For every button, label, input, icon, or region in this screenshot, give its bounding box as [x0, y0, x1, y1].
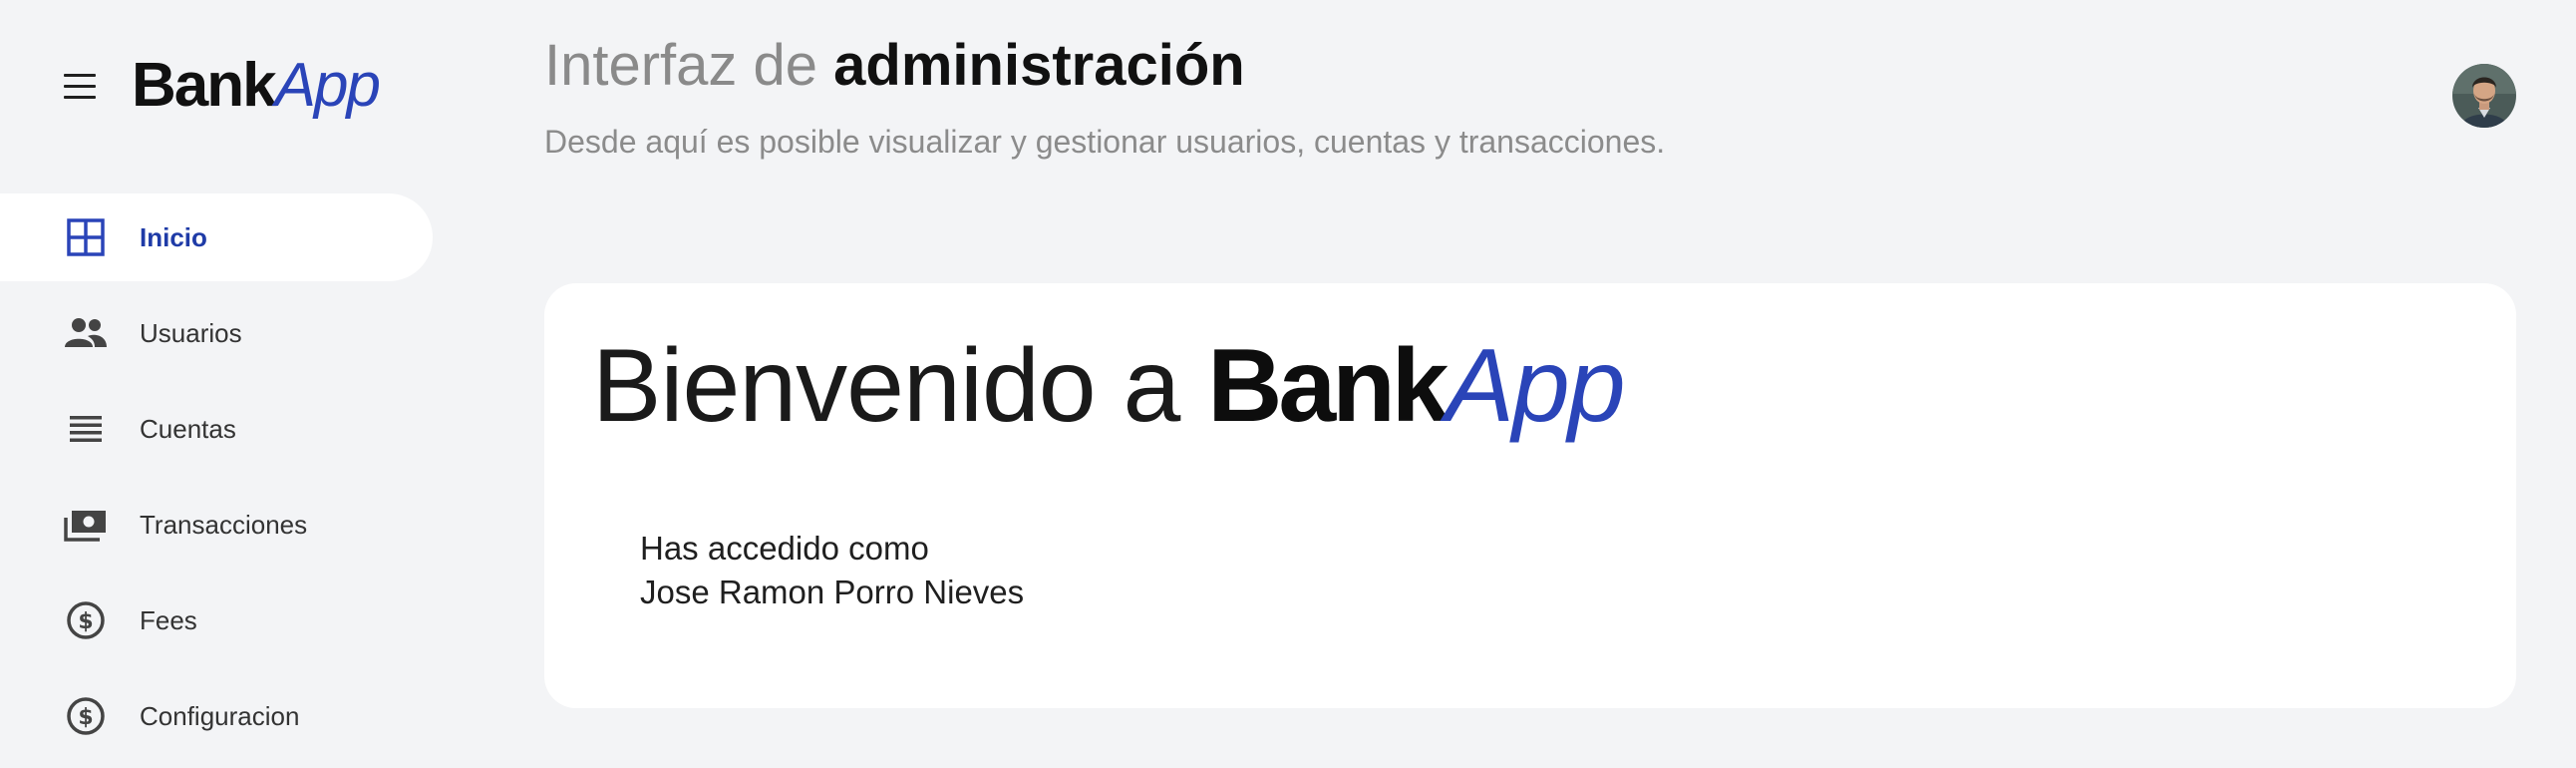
grid-icon: [64, 215, 108, 259]
page-title: Interfaz de administración: [544, 30, 1245, 102]
sidebar-item-fees[interactable]: $ Fees: [0, 576, 433, 664]
page-subtitle: Desde aquí es posible visualizar y gesti…: [544, 124, 1666, 160]
avatar[interactable]: [2452, 64, 2516, 128]
welcome-heading: Bienvenido a BankApp: [592, 321, 1626, 451]
access-label: Has accedido como: [640, 530, 929, 567]
page-title-bold: administración: [833, 33, 1245, 98]
welcome-prefix: Bienvenido a: [592, 328, 1208, 444]
menu-icon[interactable]: [64, 74, 96, 100]
sidebar: BankApp Inicio Usuarios Cuentas Transacc…: [0, 0, 439, 768]
sidebar-item-configuracion[interactable]: $ Configuracion: [0, 672, 433, 760]
sidebar-item-cuentas[interactable]: Cuentas: [0, 385, 433, 473]
logo-bank-text: Bank: [132, 51, 277, 120]
sidebar-item-inicio[interactable]: Inicio: [0, 193, 433, 281]
sidebar-item-usuarios[interactable]: Usuarios: [0, 289, 433, 377]
sidebar-item-label: Cuentas: [140, 413, 236, 444]
welcome-brand-bank: Bank: [1207, 328, 1449, 444]
sidebar-item-label: Fees: [140, 604, 197, 635]
sidebar-item-label: Inicio: [140, 221, 207, 252]
svg-text:$: $: [78, 705, 93, 730]
sidebar-item-label: Configuracion: [140, 700, 300, 731]
page-title-light: Interfaz de: [544, 33, 834, 98]
welcome-card: Bienvenido a BankApp Has accedido como J…: [544, 283, 2516, 708]
dollar-circle-icon: $: [64, 694, 108, 738]
svg-text:$: $: [78, 609, 93, 634]
logo-app-text: App: [274, 51, 381, 120]
sidebar-item-label: Usuarios: [140, 317, 242, 348]
welcome-brand-app: App: [1445, 328, 1626, 444]
list-icon: [64, 407, 108, 451]
sidebar-item-label: Transacciones: [140, 509, 308, 540]
app-logo[interactable]: BankApp: [132, 46, 381, 126]
user-name: Jose Ramon Porro Nieves: [640, 574, 1025, 610]
access-info: Has accedido como Jose Ramon Porro Nieve…: [640, 527, 1024, 614]
dollar-circle-icon: $: [64, 598, 108, 642]
sidebar-item-transacciones[interactable]: Transacciones: [0, 481, 433, 569]
people-icon: [64, 311, 108, 355]
money-icon: [64, 503, 108, 547]
